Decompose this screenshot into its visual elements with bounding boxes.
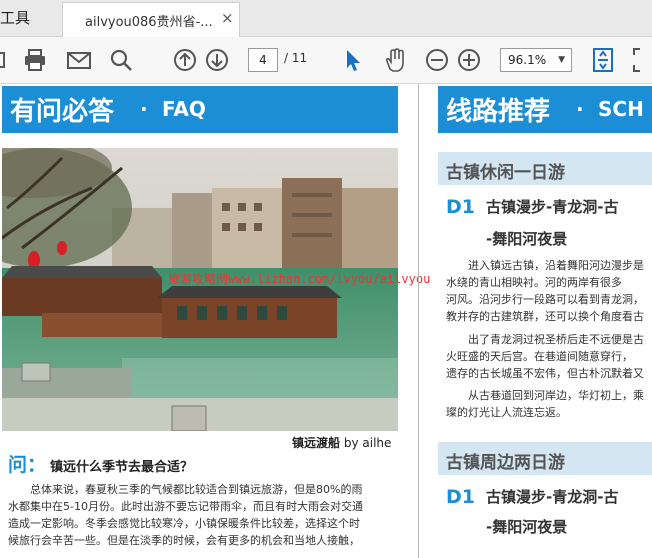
page-down-icon[interactable] [204, 47, 230, 73]
faq-banner-title: 有问必答 [10, 97, 115, 127]
section-heading-text: 古镇休闲一日游 [446, 163, 565, 183]
day-title-cont: -舞阳河夜景 [486, 518, 568, 536]
hand-icon[interactable] [382, 47, 408, 73]
question-mark-label: 问： [8, 454, 47, 476]
mail-icon[interactable] [66, 47, 92, 73]
section-heading-one-day: 古镇休闲一日游 [438, 152, 652, 185]
page-total: / 11 [284, 51, 308, 65]
day-title: 古镇漫步-青龙洞-古 [486, 198, 619, 216]
answer-line: 造成一定影响。冬季会感觉比较寒冷，小镇保暖条件比较差，选择这个时 [8, 517, 360, 530]
tab-tools-label: 工具 [0, 9, 31, 27]
tab-document[interactable]: ailvyou086贵州省-... × [62, 2, 240, 37]
faq-banner-dot: · [140, 97, 148, 121]
page-up-icon[interactable] [172, 47, 198, 73]
route-line: 进入镇远古镇，沿着舞阳河边漫步是 [468, 259, 644, 272]
route-line: 璨的灯光让人流连忘返。 [446, 406, 567, 419]
day-label: D1 [446, 196, 475, 218]
route-banner-title: 线路推荐 [446, 97, 551, 127]
route-column: 线路推荐 · SCH 古镇休闲一日游 D1 古镇漫步-青龙洞-古 -舞阳河夜景 … [428, 84, 652, 558]
route-line: 从古巷道回到河岸边，华灯初上，乘 [468, 389, 644, 402]
toolbar: 4 / 11 96.1% ▼ [0, 37, 652, 84]
section-heading-text: 古镇周边两日游 [446, 453, 565, 473]
route-banner-dot: · [576, 97, 584, 121]
day-label: D1 [446, 486, 475, 508]
route-line: 出了青龙洞过祝圣桥后走不远便是古 [468, 333, 644, 346]
answer-line: 候旅行会辛苦一些。但是在淡季的时候，会有更多的机会和当地人接触， [8, 534, 360, 547]
column-divider [418, 84, 419, 558]
question-text: 镇远什么季节去最合适？ [50, 460, 194, 475]
zoom-in-icon[interactable] [456, 47, 482, 73]
chevron-down-icon: ▼ [558, 55, 565, 65]
zoom-value: 96.1% [508, 53, 547, 67]
route-line: 河风。沿河步行一段路可以看到青龙洞， [446, 293, 644, 306]
tab-bar: 工具 ailvyou086贵州省-... × [0, 0, 652, 37]
route-line: 遗存的古长城虽不宏伟，但古朴沉默着又 [446, 367, 644, 380]
close-tab-icon[interactable]: × [221, 9, 234, 27]
answer-line: 水都集中在5-10月份。此时出游不要忘记带雨伞，而且有时大雨会对交通 [8, 500, 363, 513]
expand-icon[interactable] [632, 47, 652, 73]
route-line: 水绕的青山相映衬。河的两岸有很多 [446, 276, 622, 289]
watermark-text: 旅游攻略网www.lizhan.com/lvyou/ailvyou [168, 272, 431, 286]
route-banner-en: SCH [598, 97, 644, 121]
tab-document-label: ailvyou086贵州省-... [85, 15, 213, 30]
route-banner: 线路推荐 · SCH [438, 86, 652, 133]
faq-banner: 有问必答 · FAQ [2, 86, 398, 133]
select-cursor-icon[interactable] [340, 47, 366, 73]
photo-caption-title: 镇远渡船 [292, 436, 341, 450]
photo-zhenyuan-boats [2, 148, 398, 431]
day-title: 古镇漫步-青龙洞-古 [486, 488, 619, 506]
photo-caption: 镇远渡船 by ailhe [292, 434, 391, 451]
photo-caption-by: by ailhe [343, 436, 392, 450]
faq-column: 有问必答 · FAQ 旅游攻略网www.lizhan.com/lvyou/ail… [0, 84, 430, 558]
answer-line: 总体来说，春夏秋三季的气候都比较适合到镇远旅游，但是80%的雨 [30, 483, 363, 496]
zoom-out-icon[interactable] [424, 47, 450, 73]
search-icon[interactable] [108, 47, 134, 73]
print-icon[interactable] [22, 47, 48, 73]
zoom-select[interactable]: 96.1% ▼ [500, 48, 572, 72]
fit-page-icon[interactable] [590, 47, 616, 73]
route-line: 火旺盛的天后宫。在巷道间随意穿行， [446, 350, 633, 363]
faq-banner-en: FAQ [162, 97, 206, 121]
route-line: 教并存的古建筑群，还可以换个角度看古 [446, 310, 644, 323]
page-number-input[interactable]: 4 [248, 48, 278, 72]
save-partial-icon[interactable] [0, 47, 16, 73]
section-heading-two-day: 古镇周边两日游 [438, 442, 652, 475]
tab-tools[interactable]: 工具 [0, 0, 58, 36]
document-page: 有问必答 · FAQ 旅游攻略网www.lizhan.com/lvyou/ail… [0, 84, 652, 558]
day-title-cont: -舞阳河夜景 [486, 230, 568, 248]
